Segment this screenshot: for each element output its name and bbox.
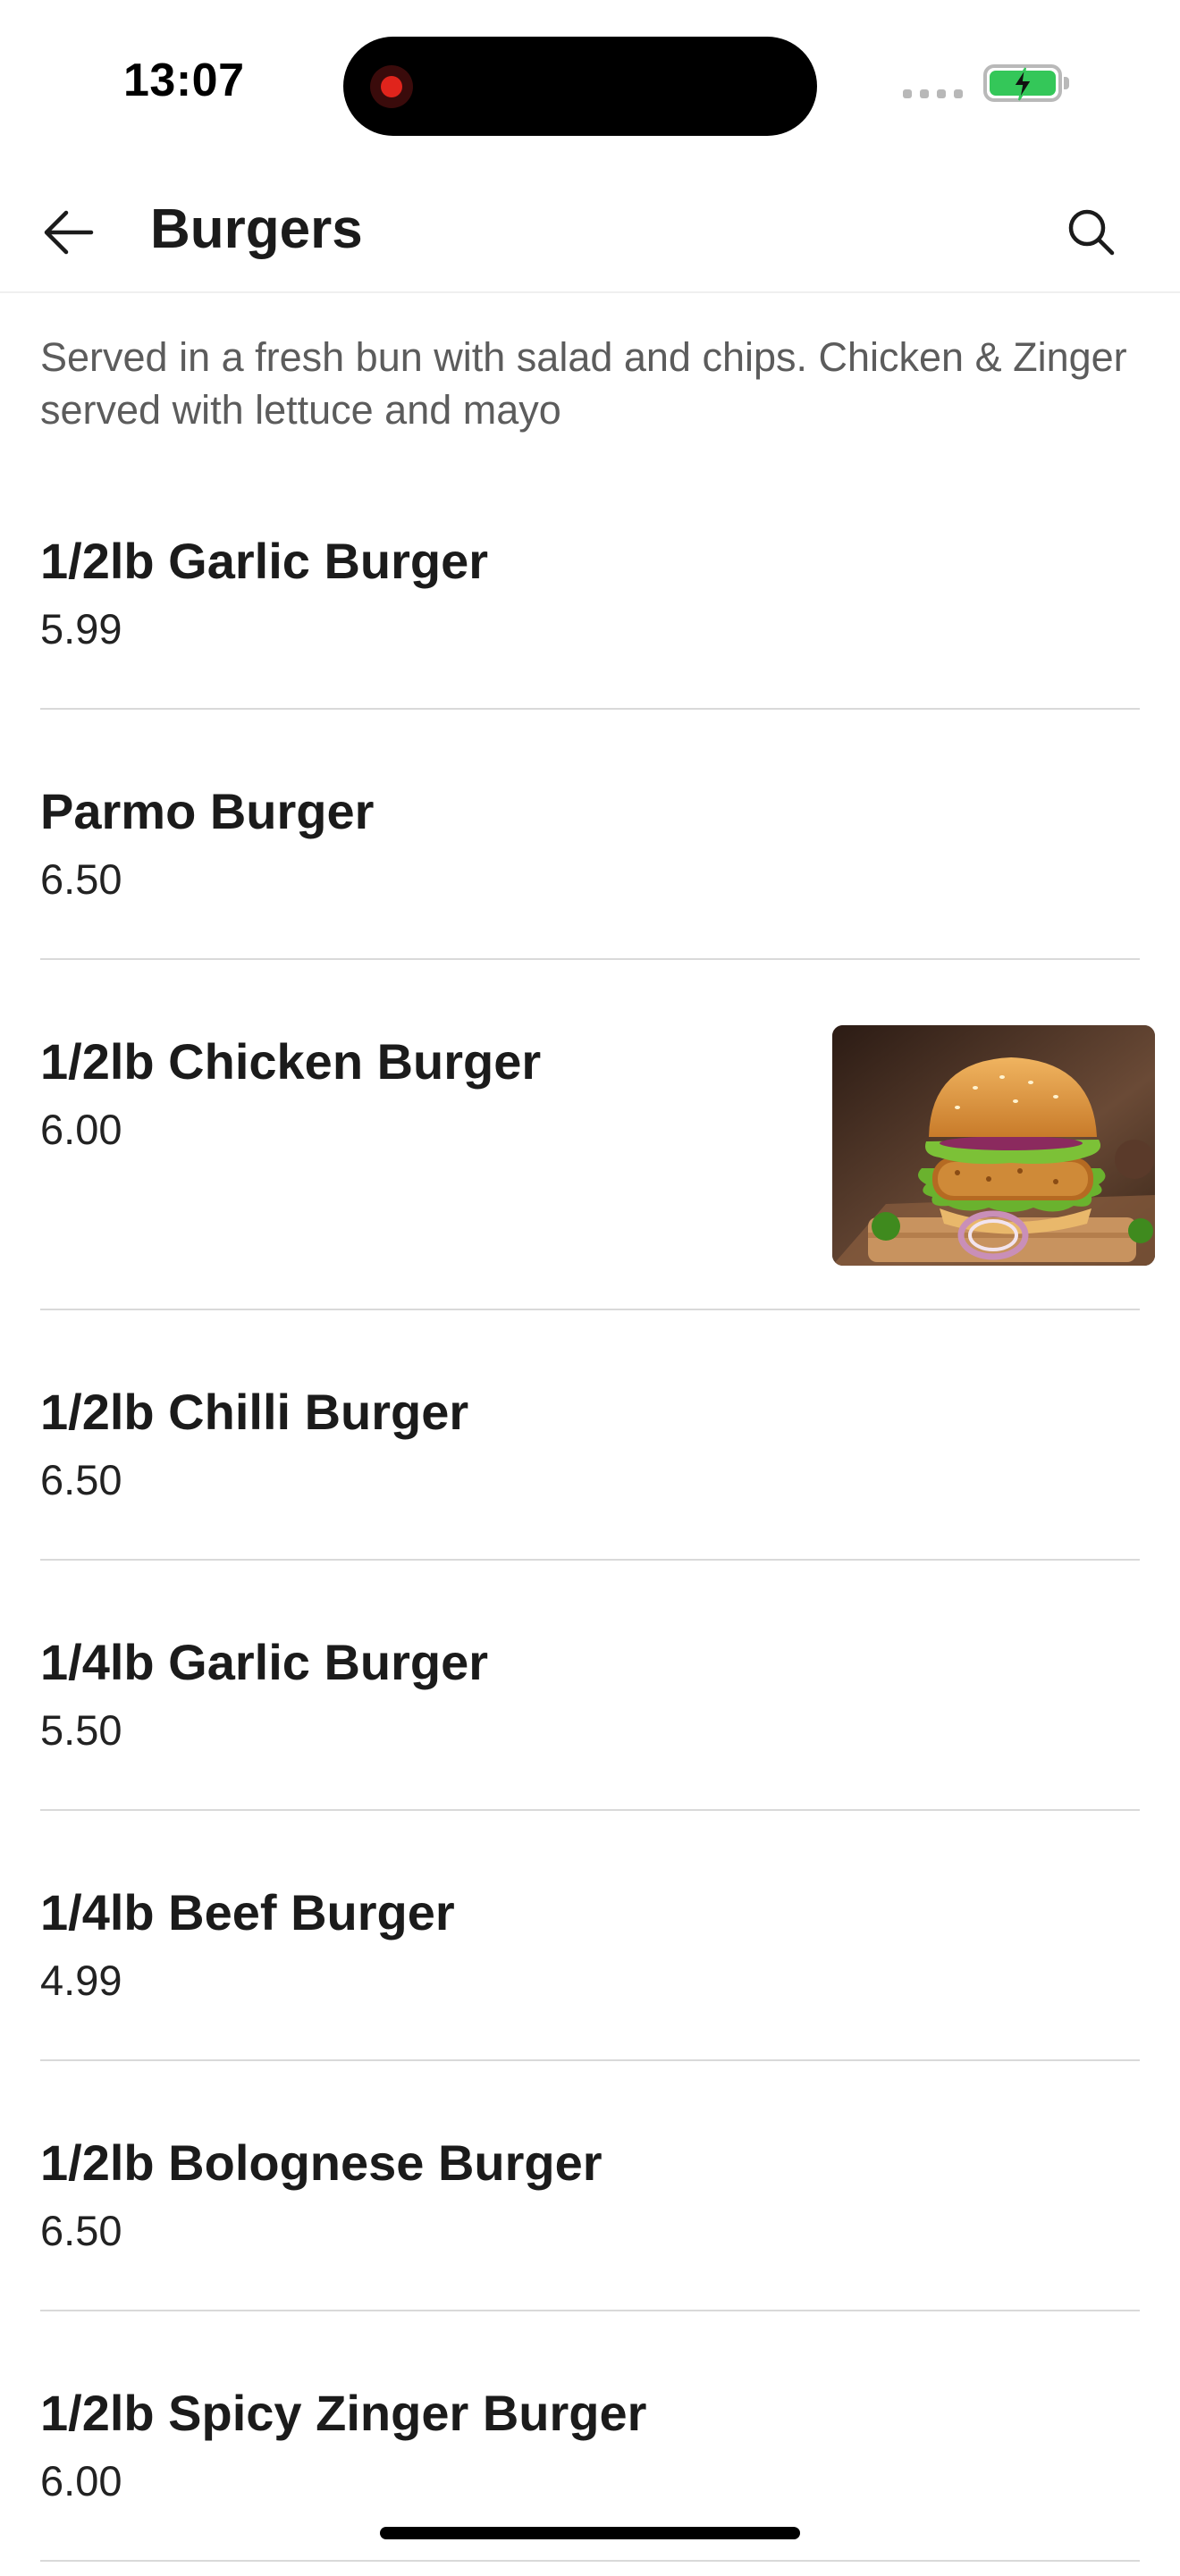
item-price: 6.50 — [40, 855, 122, 903]
item-name: 1/4lb Beef Burger — [40, 1884, 455, 1940]
back-button[interactable] — [36, 200, 100, 265]
status-bar: 13:07 — [0, 0, 1180, 170]
item-price: 5.99 — [40, 605, 122, 652]
screen-recording-icon — [370, 65, 413, 108]
arrow-left-icon — [44, 210, 94, 255]
app-header: Burgers — [0, 170, 1180, 293]
status-time: 13:07 — [123, 55, 245, 106]
item-name: 1/2lb Chicken Burger — [40, 1033, 542, 1090]
item-price: 6.50 — [40, 1456, 122, 1503]
category-description: Served in a fresh bun with salad and chi… — [40, 334, 1127, 433]
item-name: 1/2lb Garlic Burger — [40, 533, 489, 589]
item-name: 1/2lb Bolognese Burger — [40, 2134, 603, 2191]
item-name: Parmo Burger — [40, 783, 375, 839]
menu-item[interactable]: 1/2lb Chicken Burger 6.00 — [40, 974, 1155, 1310]
menu-item[interactable]: Parmo Burger 6.50 — [40, 724, 1140, 960]
item-name: 1/4lb Garlic Burger — [40, 1634, 489, 1690]
menu-item[interactable]: 1/4lb Garlic Burger 5.50 — [40, 1575, 1140, 1811]
menu-item[interactable]: 1/2lb Chilli Burger 6.50 — [40, 1325, 1140, 1561]
item-price: 6.50 — [40, 2207, 122, 2254]
item-name: 1/2lb Spicy Zinger Burger — [40, 2385, 647, 2441]
signal-icon — [903, 89, 963, 98]
menu-item[interactable]: 1/4lb Beef Burger 4.99 — [40, 1825, 1140, 2061]
battery-cap — [1064, 77, 1069, 89]
item-price: 6.00 — [40, 1106, 122, 1153]
item-price: 5.50 — [40, 1706, 122, 1754]
menu-list: 1/2lb Garlic Burger 5.99 Parmo Burger 6.… — [40, 474, 1155, 2576]
item-price: 4.99 — [40, 1957, 122, 2004]
dynamic-island — [343, 37, 817, 136]
battery-icon — [983, 64, 1062, 102]
page-title: Burgers — [150, 198, 363, 260]
search-icon — [1068, 209, 1115, 256]
item-price: 6.00 — [40, 2457, 122, 2504]
menu-item[interactable]: 1/2lb Garlic Burger 5.99 — [40, 474, 1140, 710]
item-name: 1/2lb Chilli Burger — [40, 1384, 469, 1440]
search-button[interactable] — [1059, 200, 1124, 265]
home-indicator[interactable] — [380, 2527, 800, 2539]
burger-photo[interactable] — [832, 1025, 1155, 1266]
menu-item[interactable]: 1/2lb Bolognese Burger 6.50 — [40, 2075, 1140, 2311]
